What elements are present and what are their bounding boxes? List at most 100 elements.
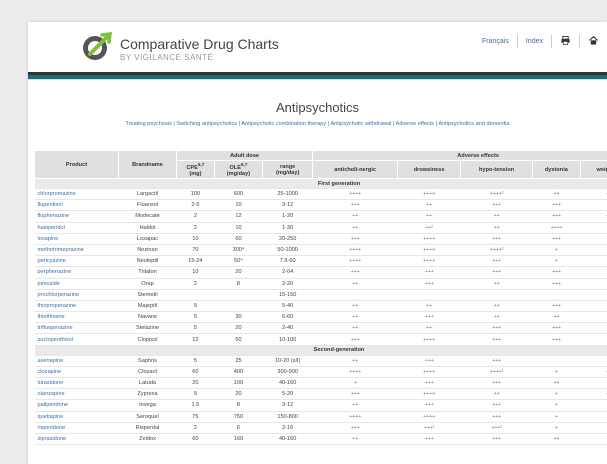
table-cell: Clozaril: [118, 366, 177, 379]
table-row: haloperidolHaldol2101-30++++²+++++++++: [34, 222, 607, 234]
table-cell: 2: [176, 422, 215, 434]
table-cell: 1-20: [262, 210, 313, 223]
section-label: First generation: [34, 178, 607, 189]
product-link[interactable]: asenapine: [34, 355, 119, 367]
product-link[interactable]: quetiapine: [34, 411, 119, 423]
product-link[interactable]: lurasidone: [34, 377, 119, 390]
brand-title[interactable]: Comparative Drug Charts: [120, 36, 279, 52]
col-ole: OLE6,7 (mg/day): [213, 160, 264, 179]
table-cell: ++++¹: [460, 366, 533, 379]
table-cell: 15-150: [262, 289, 313, 301]
table-cell: 10-100: [262, 333, 313, 346]
table-cell: 20-250: [262, 233, 313, 245]
table-cell: ++: [460, 210, 533, 223]
table-cell: 10: [214, 222, 263, 234]
table-cell: +++: [460, 333, 533, 346]
table-row: quetiapine Seroquel 75 750 150-800 ++++ ++++ ++…: [34, 411, 607, 423]
table-row: perphenazine Trilafon 10 20 2-64 +++ +++ +++ +++…: [34, 266, 607, 279]
product-link[interactable]: trifluoperazine: [34, 322, 119, 335]
table-cell: ++++: [397, 366, 461, 379]
product-link[interactable]: zuclopenthixol: [34, 333, 119, 346]
product-link[interactable]: risperidone: [34, 422, 119, 434]
table-cell: 300-900: [262, 366, 313, 379]
table-cell: 1-30: [262, 222, 313, 234]
section-header: First generation: [34, 178, 607, 189]
table-cell: Largactil: [118, 188, 177, 201]
table-cell: +++: [532, 199, 581, 212]
francais-link[interactable]: Français: [474, 38, 517, 45]
table-cell: Latuda: [118, 377, 177, 390]
table-cell: +: [532, 399, 581, 412]
table-cell: +++: [580, 322, 607, 335]
table-cell: ++: [460, 388, 533, 401]
table-cell: 750: [214, 411, 263, 423]
product-link[interactable]: paliperidone: [34, 399, 119, 412]
product-link[interactable]: loxapine: [34, 233, 119, 245]
table-cell: +++: [397, 355, 461, 367]
table-row: trifluoperazine Stelazine 5 20 2-40 ++ ++ +++ ++…: [34, 322, 607, 335]
product-link[interactable]: prochlorperazine: [34, 289, 119, 301]
table-cell: [214, 289, 263, 301]
table-cell: 10-20 (s/l): [262, 355, 313, 367]
table-row: methotrimeprazine Nozinan 70 300⁴ 50-1000 +++…: [34, 244, 607, 257]
table-row: chlorpromazine Largactil 100 600 25-1000 ++++…: [34, 188, 607, 201]
table-cell: 150-800: [262, 411, 313, 423]
product-link[interactable]: pimozide: [34, 278, 119, 290]
table-cell: [176, 289, 215, 301]
section-nav[interactable]: Treating psychosis | Switching antipsych…: [28, 121, 607, 127]
table-cell: 2: [176, 278, 215, 290]
table-cell: [580, 289, 607, 301]
table-cell: ++: [312, 300, 398, 313]
table-cell: +: [532, 366, 581, 379]
table-cell: ++++: [397, 233, 461, 245]
product-link[interactable]: fluphenazine: [34, 210, 119, 223]
product-link[interactable]: pericyazine: [34, 255, 119, 268]
product-link[interactable]: clozapine: [34, 366, 119, 379]
table-cell: 400: [214, 366, 263, 379]
product-link[interactable]: methotrimeprazine: [34, 244, 119, 257]
index-link[interactable]: Index: [518, 38, 551, 45]
table-cell: +++: [532, 266, 581, 279]
table-cell: Orap: [118, 278, 177, 290]
page-title: Antipsychotics: [275, 100, 360, 115]
table-cell: Majeptil: [118, 300, 177, 313]
table-row: clozapine Clozaril 60 400 300-900 ++++ ++++ +++…: [34, 366, 607, 379]
table-cell: 40-160: [262, 377, 313, 390]
table-cell: ++²: [397, 222, 461, 234]
col-weight-gain: weight gain: [579, 160, 607, 179]
table-row: fluphenazineModecate2121-20+++++++++++++: [34, 210, 607, 223]
product-link[interactable]: thiothixene: [34, 311, 119, 324]
product-link[interactable]: flupentixol: [34, 199, 119, 212]
table-cell: ++++: [532, 222, 581, 234]
table-row: thiothixeneNavane5306-60++++++++++++: [34, 311, 607, 324]
table-cell: 60: [176, 366, 215, 379]
table-cell: +++: [580, 355, 607, 367]
table-cell: +++: [460, 322, 533, 335]
product-link[interactable]: haloperidol: [34, 222, 119, 234]
col-brandname: Brandname: [118, 150, 177, 179]
table-cell: 300⁴: [214, 244, 263, 257]
product-link[interactable]: ziprasidone: [34, 433, 119, 446]
table-cell: 10: [176, 233, 215, 245]
home-icon[interactable]: [580, 35, 607, 47]
table-cell: +: [580, 377, 607, 390]
table-cell: Saphris: [118, 355, 177, 367]
table-cell: +++: [460, 399, 533, 412]
product-link[interactable]: perphenazine: [34, 266, 119, 279]
table-cell: 2-40: [262, 322, 313, 335]
table-row: pimozideOrap282-20++++++++++++³: [34, 278, 607, 290]
table-cell: 160: [214, 433, 263, 446]
table-cell: 3-12: [262, 199, 313, 212]
table-cell: ++: [312, 322, 398, 335]
product-link[interactable]: thioproperazine: [34, 300, 119, 313]
table-cell: 5-40: [262, 300, 313, 313]
product-link[interactable]: olanzapine: [34, 388, 119, 401]
table-cell: 50⁴: [214, 255, 263, 268]
table-cell: ++++: [397, 244, 461, 257]
table-cell: 5: [176, 388, 215, 401]
col-dystonia: dystonia: [532, 160, 581, 179]
print-icon[interactable]: [552, 36, 579, 47]
product-link[interactable]: chlorpromazine: [34, 188, 119, 201]
table-cell: +++: [312, 422, 398, 434]
table-cell: ++++: [397, 388, 461, 401]
